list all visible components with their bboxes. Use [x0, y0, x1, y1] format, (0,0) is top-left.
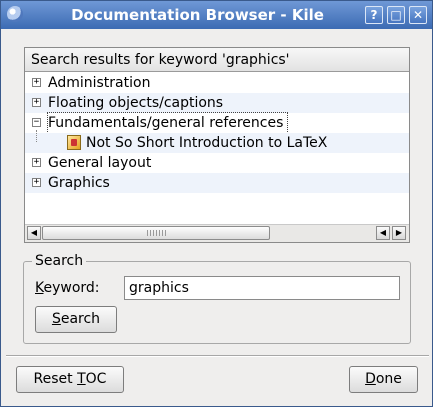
tree-item-label: General layout	[48, 155, 152, 171]
tree-item-label: Floating objects/captions	[48, 95, 224, 111]
expand-icon[interactable]: +	[32, 178, 41, 187]
tree-item-floating-objects[interactable]: + Floating objects/captions	[25, 93, 409, 113]
tree-item-fundamentals[interactable]: − Fundamentals/general references	[25, 112, 409, 134]
done-button[interactable]: Done	[349, 366, 418, 393]
tree-item-label: Administration	[48, 75, 151, 91]
reset-toc-button[interactable]: Reset TOC	[16, 366, 124, 393]
tree-item-label: Fundamentals/general references	[46, 112, 289, 134]
results-tree[interactable]: Search results for keyword 'graphics' + …	[24, 47, 410, 243]
tree-item-general-layout[interactable]: + General layout	[25, 153, 409, 173]
reset-rest: OC	[85, 371, 107, 387]
keyword-label-text: eyword:	[43, 280, 100, 296]
search-group: Search Keyword: graphics Search	[23, 252, 411, 344]
keyword-label: Keyword:	[35, 278, 100, 298]
collapse-icon[interactable]: −	[32, 118, 41, 127]
tree-item-administration[interactable]: + Administration	[25, 73, 409, 93]
tree-item-graphics[interactable]: + Graphics	[25, 173, 409, 193]
reset-prefix: Reset	[33, 371, 78, 387]
window-title: Documentation Browser - Kile	[71, 6, 324, 24]
grip-icon	[147, 230, 167, 236]
expand-icon[interactable]: +	[32, 158, 41, 167]
scroll-right-arrow-icon[interactable]: ▶	[392, 226, 406, 240]
tree-item-label: Graphics	[48, 175, 110, 191]
tree-item-not-so-short-intro[interactable]: Not So Short Introduction to LaTeX	[25, 133, 409, 153]
scrollbar-thumb[interactable]	[42, 226, 270, 240]
document-icon	[67, 135, 81, 150]
maximize-button[interactable]: □	[387, 6, 405, 24]
done-rest: one	[375, 371, 402, 387]
documentation-browser-window: Documentation Browser - Kile ? □ ✕ Searc…	[0, 0, 433, 407]
results-header[interactable]: Search results for keyword 'graphics'	[25, 48, 409, 72]
help-button[interactable]: ?	[365, 6, 383, 24]
tree-connector-line	[36, 130, 37, 142]
close-button[interactable]: ✕	[409, 6, 427, 24]
search-button[interactable]: Search	[35, 306, 117, 333]
done-mnemonic: D	[365, 371, 376, 387]
title-bar[interactable]: Documentation Browser - Kile ? □ ✕	[1, 1, 432, 29]
keyword-input[interactable]: graphics	[124, 276, 400, 300]
scroll-left-arrow-icon[interactable]: ◀	[27, 226, 41, 240]
footer-separator	[6, 355, 429, 357]
expand-icon[interactable]: +	[32, 78, 41, 87]
horizontal-scrollbar[interactable]: ◀ ◀ ▶	[25, 224, 409, 242]
search-group-title: Search	[32, 252, 87, 270]
search-button-text: earch	[60, 311, 101, 327]
expand-icon[interactable]: +	[32, 98, 41, 107]
results-list: + Administration + Floating objects/capt…	[25, 73, 409, 223]
search-mnemonic: S	[51, 311, 61, 327]
reset-mnemonic: T	[77, 371, 86, 387]
scroll-left-arrow-icon[interactable]: ◀	[376, 226, 390, 240]
app-menu-icon[interactable]	[7, 6, 23, 22]
tree-item-label: Not So Short Introduction to LaTeX	[86, 135, 328, 151]
